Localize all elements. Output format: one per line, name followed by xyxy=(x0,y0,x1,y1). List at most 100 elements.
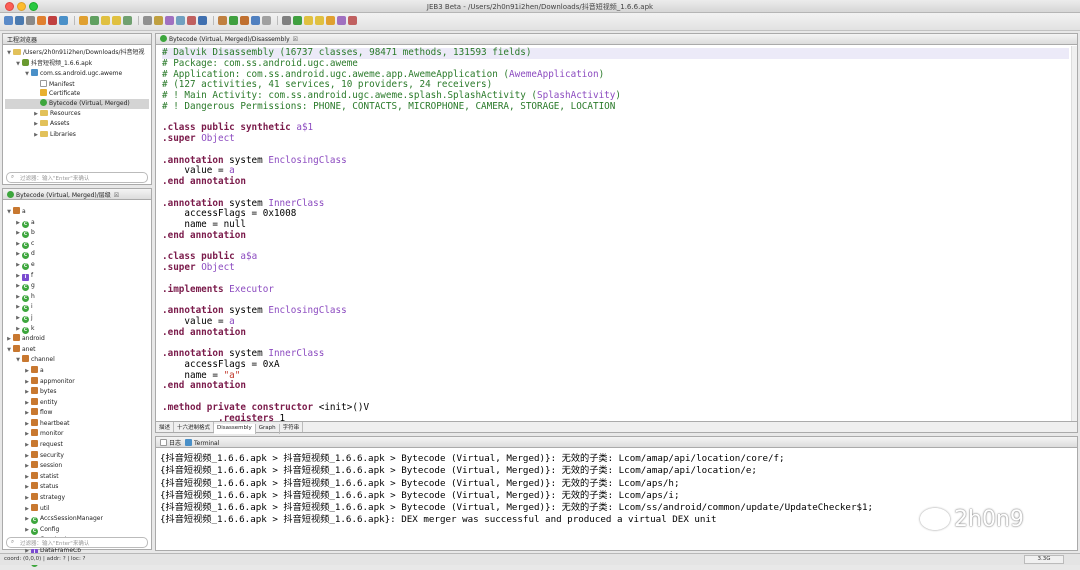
expand-toggle-icon[interactable]: ▶ xyxy=(14,240,22,250)
wrench-icon[interactable] xyxy=(26,16,35,25)
tree-item[interactable]: ▶ Cj xyxy=(5,313,149,324)
tree-item[interactable]: ▼ /Users/2h0n91i2hen/Downloads/抖音短视 xyxy=(5,48,149,59)
disassembly-tab[interactable]: Bytecode (Virtual, Merged)/Disassembly ☒ xyxy=(156,34,1077,45)
tree-item[interactable]: ▶ C Config xyxy=(5,525,149,536)
tree-item[interactable]: Certificate xyxy=(5,89,149,99)
graph-icon[interactable] xyxy=(90,16,99,25)
pause-icon[interactable] xyxy=(337,16,346,25)
editor-view-tab[interactable]: 字符串 xyxy=(280,422,304,432)
comment-icon[interactable] xyxy=(176,16,185,25)
find-icon[interactable] xyxy=(143,16,152,25)
expand-toggle-icon[interactable]: ▶ xyxy=(23,515,31,525)
expand-toggle-icon[interactable]: ▶ xyxy=(23,430,31,440)
tree-item[interactable]: ▶ C AccsSessionManager xyxy=(5,514,149,525)
tree-item[interactable]: ▶ entity xyxy=(5,397,149,409)
expand-toggle-icon[interactable]: ▶ xyxy=(23,388,31,398)
tree-item[interactable]: ▶ status xyxy=(5,482,149,493)
gear-icon[interactable] xyxy=(282,16,291,25)
hierarchy-tab[interactable]: Bytecode (Virtual, Merged)/层级 ☒ xyxy=(3,189,151,200)
decompile-icon[interactable] xyxy=(79,16,88,25)
editor-view-tab[interactable]: Graph xyxy=(256,424,280,434)
rename-icon[interactable] xyxy=(165,16,174,25)
tag-icon[interactable] xyxy=(262,16,271,25)
expand-toggle-icon[interactable]: ▶ xyxy=(23,399,31,409)
tree-item[interactable]: ▶ Cc xyxy=(5,239,149,250)
tree-item[interactable]: ▼ channel xyxy=(5,355,149,366)
expand-toggle-icon[interactable]: ▶ xyxy=(23,483,31,493)
tree-item[interactable]: ▶ heartbeat xyxy=(5,418,149,430)
expand-toggle-icon[interactable]: ▶ xyxy=(5,335,13,345)
expand-toggle-icon[interactable]: ▶ xyxy=(14,261,22,271)
tree-item[interactable]: ▼ a xyxy=(5,207,149,218)
tree-item[interactable]: ▶ If xyxy=(5,271,149,282)
expand-toggle-icon[interactable]: ▼ xyxy=(14,356,22,366)
hierarchy-icon[interactable] xyxy=(218,16,227,25)
run-icon[interactable] xyxy=(37,16,46,25)
tree-item[interactable]: ▶ Ch xyxy=(5,292,149,303)
save-icon[interactable] xyxy=(15,16,24,25)
tree-item[interactable]: ▼ 抖音短视频_1.6.6.apk xyxy=(5,58,149,70)
expand-toggle-icon[interactable]: ▶ xyxy=(23,409,31,419)
expand-toggle-icon[interactable]: ▶ xyxy=(23,494,31,504)
project-explorer-tab[interactable]: 工程浏览器 xyxy=(3,34,151,45)
hierarchy-filter-input[interactable]: ⌕ 过滤器：输入"Enter"来确认 xyxy=(6,537,148,548)
step-icon[interactable] xyxy=(304,16,313,25)
expand-toggle-icon[interactable]: ▶ xyxy=(23,367,31,377)
expand-toggle-icon[interactable]: ▶ xyxy=(14,272,22,282)
tree-item[interactable]: ▶ Cg xyxy=(5,281,149,292)
project-filter-input[interactable]: ⌕ 过滤器：输入"Enter"来确认 xyxy=(6,172,148,183)
tree-item[interactable]: ▶ bytes xyxy=(5,387,149,398)
tree-item[interactable]: ▶ security xyxy=(5,450,149,462)
tree-item[interactable]: ▶ monitor xyxy=(5,429,149,440)
tree-item[interactable]: ▶ Ca xyxy=(5,218,149,229)
tree-item[interactable]: ▶ Cd xyxy=(5,249,149,260)
log-tab[interactable]: 日志 xyxy=(160,439,181,447)
forward-icon[interactable] xyxy=(112,16,121,25)
debug-run-icon[interactable] xyxy=(293,16,302,25)
expand-toggle-icon[interactable]: ▼ xyxy=(5,208,13,218)
tree-item[interactable]: ▶ a xyxy=(5,365,149,377)
editor-view-tab[interactable]: 描述 xyxy=(156,422,175,432)
stop-icon[interactable] xyxy=(326,16,335,25)
tools-icon[interactable] xyxy=(348,16,357,25)
tree-item[interactable]: ▶ request xyxy=(5,440,149,451)
expand-toggle-icon[interactable]: ▶ xyxy=(23,420,31,430)
expand-toggle-icon[interactable]: ▼ xyxy=(23,70,31,80)
tree-item[interactable]: ▶ android xyxy=(5,334,149,345)
package-icon[interactable] xyxy=(240,16,249,25)
terminal-tab[interactable]: Terminal xyxy=(185,439,219,447)
expand-toggle-icon[interactable]: ▶ xyxy=(14,325,22,335)
expand-toggle-icon[interactable]: ▼ xyxy=(5,49,13,59)
chart-icon[interactable] xyxy=(251,16,260,25)
expand-toggle-icon[interactable]: ▶ xyxy=(14,229,22,239)
tree-item[interactable]: ▶ appmonitor xyxy=(5,376,149,388)
memory-indicator[interactable]: 3.3G xyxy=(1024,555,1064,564)
tree-item[interactable]: Bytecode (Virtual, Merged) xyxy=(5,98,149,109)
bookmark-icon[interactable] xyxy=(198,16,207,25)
back-icon[interactable] xyxy=(101,16,110,25)
tree-item[interactable]: ▶ strategy xyxy=(5,493,149,504)
tree-item[interactable]: ▶ flow xyxy=(5,408,149,419)
info-icon[interactable] xyxy=(59,16,68,25)
expand-toggle-icon[interactable]: ▶ xyxy=(32,110,40,120)
bug-icon[interactable] xyxy=(48,16,57,25)
tree-item[interactable]: ▶ Ci xyxy=(5,302,149,313)
editor-view-tab[interactable]: 十六进制格式 xyxy=(174,422,215,432)
expand-toggle-icon[interactable]: ▶ xyxy=(23,526,31,536)
disassembly-code[interactable]: # Dalvik Disassembly (16737 classes, 984… xyxy=(162,47,1069,424)
refresh-icon[interactable] xyxy=(123,16,132,25)
tree-item[interactable]: Manifest xyxy=(5,79,149,90)
expand-toggle-icon[interactable]: ▶ xyxy=(23,452,31,462)
expand-toggle-icon[interactable]: ▶ xyxy=(14,314,22,324)
step-over-icon[interactable] xyxy=(315,16,324,25)
expand-toggle-icon[interactable]: ▶ xyxy=(14,219,22,229)
tree-item[interactable]: ▶ statist xyxy=(5,471,149,483)
expand-toggle-icon[interactable]: ▶ xyxy=(23,441,31,451)
tree-item[interactable]: ▶ Ck xyxy=(5,324,149,335)
editor-view-tab[interactable]: Disassembly xyxy=(214,424,256,434)
expand-toggle-icon[interactable]: ▶ xyxy=(23,505,31,515)
expand-toggle-icon[interactable]: ▶ xyxy=(14,293,22,303)
tree-item[interactable]: ▶ Libraries xyxy=(5,130,149,141)
expand-toggle-icon[interactable]: ▶ xyxy=(23,473,31,483)
tree-item[interactable]: ▶ session xyxy=(5,461,149,472)
